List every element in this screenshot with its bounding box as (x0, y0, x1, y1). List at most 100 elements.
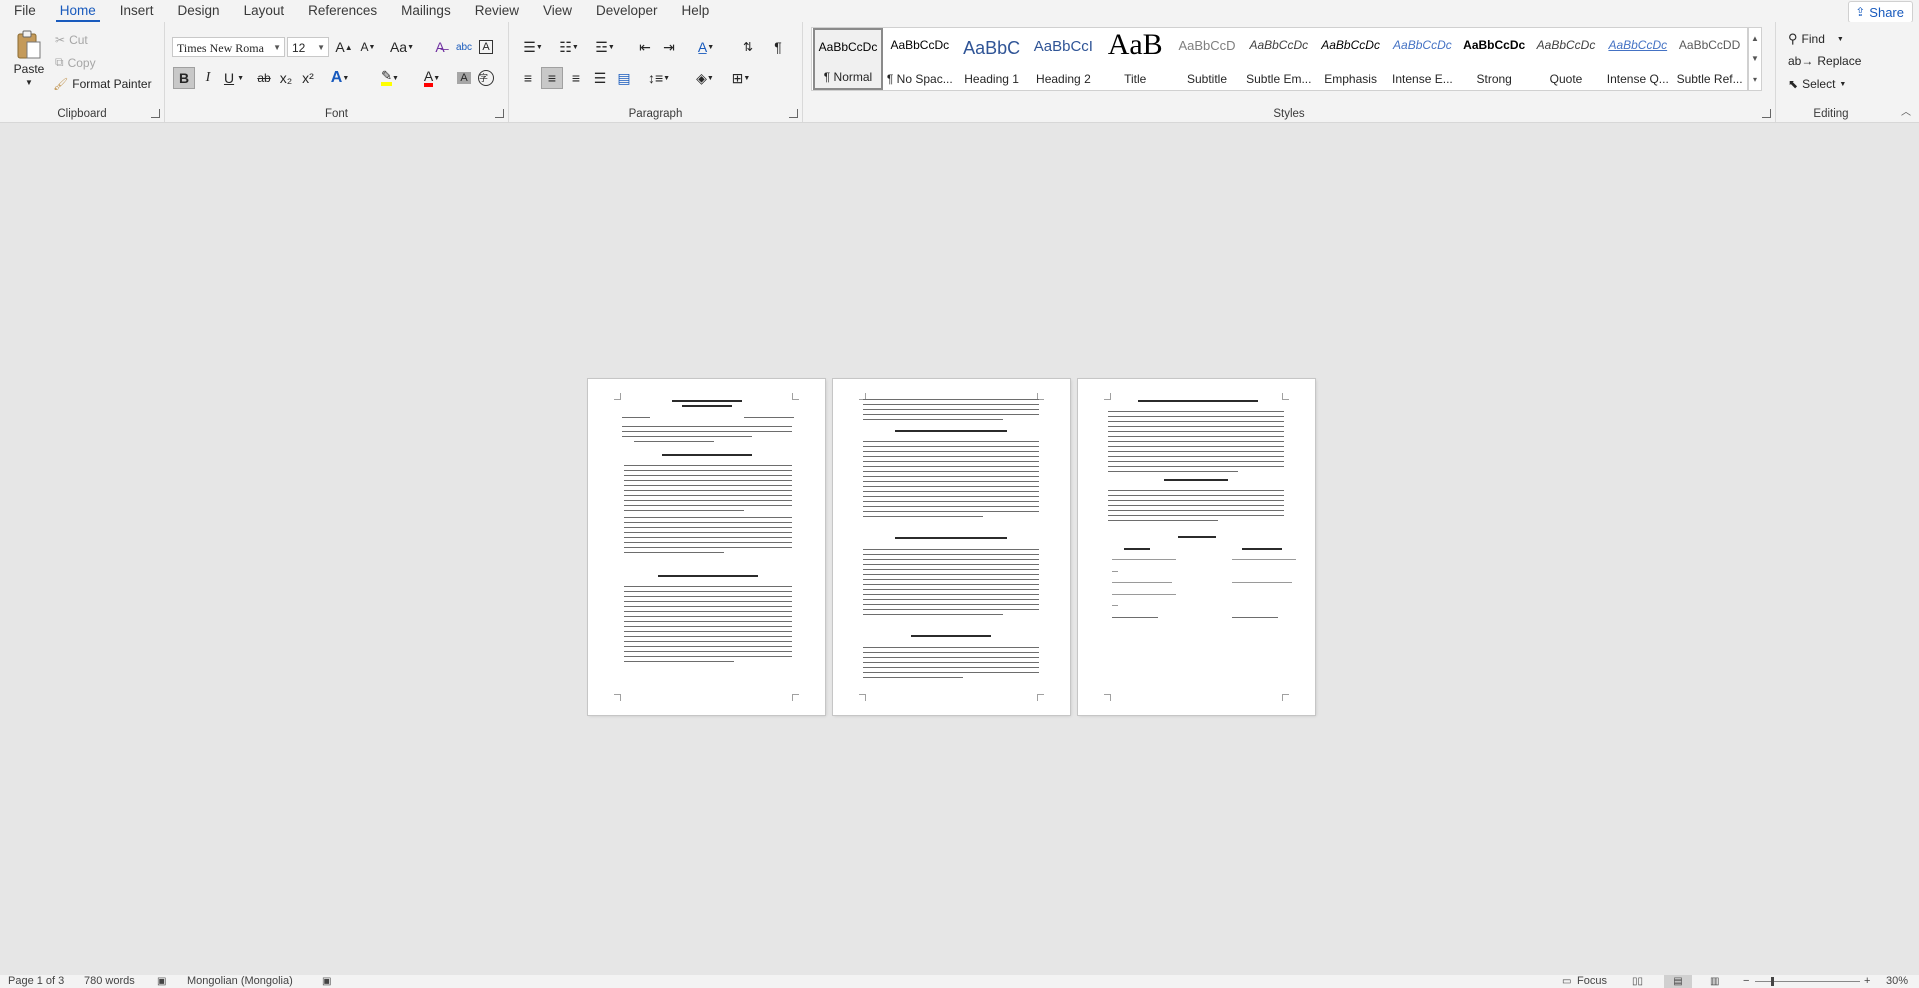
text-line (1242, 548, 1282, 550)
accessibility-icon[interactable]: ▣ (322, 975, 331, 988)
show-formatting-button[interactable]: ¶ (767, 36, 789, 58)
shrink-font-button[interactable]: A ▼ (357, 36, 379, 58)
editing-group: ⚲ Find ▼ ab→ Replace ⬉ Select ▼ Editing (1776, 22, 1886, 122)
tab-insert[interactable]: Insert (108, 0, 166, 22)
tab-file[interactable]: File (2, 0, 48, 22)
search-icon: ⚲ (1788, 31, 1798, 46)
scissors-icon: ✂ (55, 33, 66, 47)
sort-button[interactable]: ⇅ (737, 36, 759, 58)
tab-mailings[interactable]: Mailings (389, 0, 463, 22)
font-name-dropdown[interactable]: Times New Roma ▼ (172, 37, 285, 57)
text-line (624, 517, 792, 519)
borders-button[interactable]: ⊞ ▼ (725, 67, 757, 89)
cut-button[interactable]: ✂ Cut (55, 33, 88, 47)
text-line (624, 475, 792, 477)
text-line (624, 641, 792, 643)
underline-button[interactable]: U ▼ (219, 67, 249, 89)
tab-help[interactable]: Help (670, 0, 722, 22)
italic-button[interactable]: I (197, 67, 219, 89)
paragraph-launcher-icon[interactable] (789, 109, 798, 118)
tab-review[interactable]: Review (463, 0, 531, 22)
find-button[interactable]: ⚲ Find ▼ (1788, 31, 1844, 47)
text-line (863, 419, 1003, 421)
format-painter-button[interactable]: 🖌 Format Painter (53, 77, 152, 91)
change-case-button[interactable]: Aa ▼ (387, 36, 417, 58)
zoom-slider-thumb[interactable] (1771, 977, 1774, 986)
numbering-button[interactable]: ☷ ▼ (553, 36, 585, 58)
highlight-button[interactable]: ✎ ▼ (375, 67, 405, 89)
print-layout-icon[interactable]: ▤ (1664, 975, 1692, 988)
align-right-button[interactable]: ≡ (565, 67, 587, 89)
status-bar: Page 1 of 3 780 words ▣ Mongolian (Mongo… (0, 975, 1919, 988)
replace-label: Replace (1817, 54, 1862, 68)
text-line (863, 569, 1039, 571)
focus-icon[interactable]: ▭ (1562, 975, 1571, 988)
copy-button[interactable]: ⧉ Copy (55, 55, 96, 70)
enclose-characters-button[interactable]: 字 (475, 67, 497, 89)
collapse-ribbon-icon[interactable]: ︿ (1901, 103, 1911, 118)
distributed-button[interactable]: ▤ (613, 67, 635, 89)
tab-design[interactable]: Design (166, 0, 232, 22)
bold-button[interactable]: B (173, 67, 195, 89)
text-line (1108, 431, 1284, 433)
decrease-indent-button[interactable]: ⇤ (634, 36, 656, 58)
tab-references[interactable]: References (296, 0, 389, 22)
language-indicator[interactable]: Mongolian (Mongolia) (187, 975, 293, 988)
document-page-1[interactable] (588, 379, 825, 715)
subscript-button[interactable]: x₂ (275, 67, 297, 89)
document-page-2[interactable] (833, 379, 1070, 715)
read-mode-icon[interactable]: ▯▯ (1632, 975, 1643, 988)
replace-button[interactable]: ab→ Replace (1788, 54, 1861, 68)
zoom-out-icon[interactable]: − (1743, 975, 1749, 988)
shading-button[interactable]: A (453, 67, 475, 89)
document-canvas[interactable] (0, 123, 1919, 975)
highlighter-icon: ✎ (381, 69, 392, 86)
align-left-icon: ≡ (523, 70, 533, 86)
bullets-button[interactable]: ☰ ▼ (517, 36, 549, 58)
superscript-button[interactable]: x² (297, 67, 319, 89)
bold-icon: B (178, 70, 190, 86)
clear-formatting-button[interactable]: A̶ (429, 36, 451, 58)
text-line (863, 404, 1039, 406)
font-size-dropdown[interactable]: 12 ▼ (287, 37, 329, 57)
web-layout-icon[interactable]: ▥ (1710, 975, 1719, 988)
select-button[interactable]: ⬉ Select ▼ (1788, 77, 1846, 91)
text-effects-button[interactable]: A ▼ (325, 67, 355, 89)
font-launcher-icon[interactable] (495, 109, 504, 118)
share-button[interactable]: ⇪ Share (1848, 1, 1913, 23)
focus-label[interactable]: Focus (1577, 975, 1607, 988)
page-count[interactable]: Page 1 of 3 (8, 975, 64, 988)
word-count[interactable]: 780 words (84, 975, 135, 988)
chevron-down-icon: ▼ (273, 43, 281, 52)
shading-paragraph-button[interactable]: ◈ ▼ (689, 67, 721, 89)
line-spacing-button[interactable]: ↕≡ ▼ (643, 67, 675, 89)
asian-layout-button[interactable]: A̲ ▼ (689, 36, 723, 58)
strikethrough-button[interactable]: ab (253, 67, 275, 89)
clipboard-launcher-icon[interactable] (151, 109, 160, 118)
multilevel-list-button[interactable]: ☲ ▼ (589, 36, 621, 58)
paste-button[interactable]: Paste ▼ (12, 30, 46, 87)
document-page-3[interactable] (1078, 379, 1315, 715)
chevron-down-icon: ▼ (1836, 35, 1844, 43)
phonetic-guide-button[interactable]: abc (453, 36, 475, 58)
line-spacing-icon: ↕≡ (647, 70, 664, 86)
align-center-button[interactable]: ≡ (541, 67, 563, 89)
proofing-icon[interactable]: ▣ (157, 975, 166, 988)
zoom-level[interactable]: 30% (1886, 975, 1908, 988)
crop-mark (614, 694, 621, 701)
styles-launcher-icon[interactable] (1762, 109, 1771, 118)
tab-developer[interactable]: Developer (584, 0, 670, 22)
grow-font-button[interactable]: A ▲ (333, 36, 355, 58)
tab-view[interactable]: View (531, 0, 584, 22)
tab-layout[interactable]: Layout (232, 0, 297, 22)
text-line (863, 506, 1039, 508)
zoom-in-icon[interactable]: + (1864, 975, 1870, 988)
tab-list: File Home Insert Design Layout References Mail… (2, 0, 721, 22)
text-line (863, 466, 1039, 468)
align-left-button[interactable]: ≡ (517, 67, 539, 89)
justify-button[interactable]: ☰ (589, 67, 611, 89)
character-border-button[interactable]: A (475, 36, 497, 58)
tab-home[interactable]: Home (48, 0, 108, 22)
increase-indent-button[interactable]: ⇥ (658, 36, 680, 58)
font-color-button[interactable]: A ▼ (417, 67, 447, 89)
